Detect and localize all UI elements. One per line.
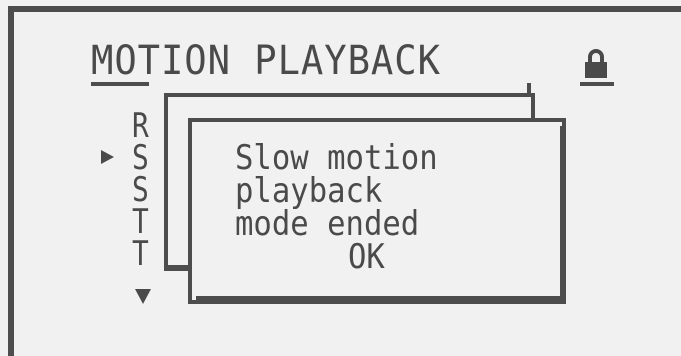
panel-corner-mark [166,265,188,271]
dialog-message-line: playback [235,171,383,211]
menu-item-5[interactable]: T [132,236,149,272]
dialog-message-line: mode ended [235,204,420,244]
title-underline [91,82,149,86]
ok-button[interactable]: OK [348,240,385,274]
lock-icon [585,49,607,78]
scroll-down-icon[interactable] [135,289,151,304]
lock-underline [580,82,614,86]
selection-cursor-icon [101,150,114,164]
panel-connector [527,83,531,97]
dialog-shadow-right [560,126,566,302]
dialog-shadow-bottom [196,296,566,302]
dialog-message-line: Slow motion [235,138,438,178]
page-title: MOTION PLAYBACK [91,38,441,84]
